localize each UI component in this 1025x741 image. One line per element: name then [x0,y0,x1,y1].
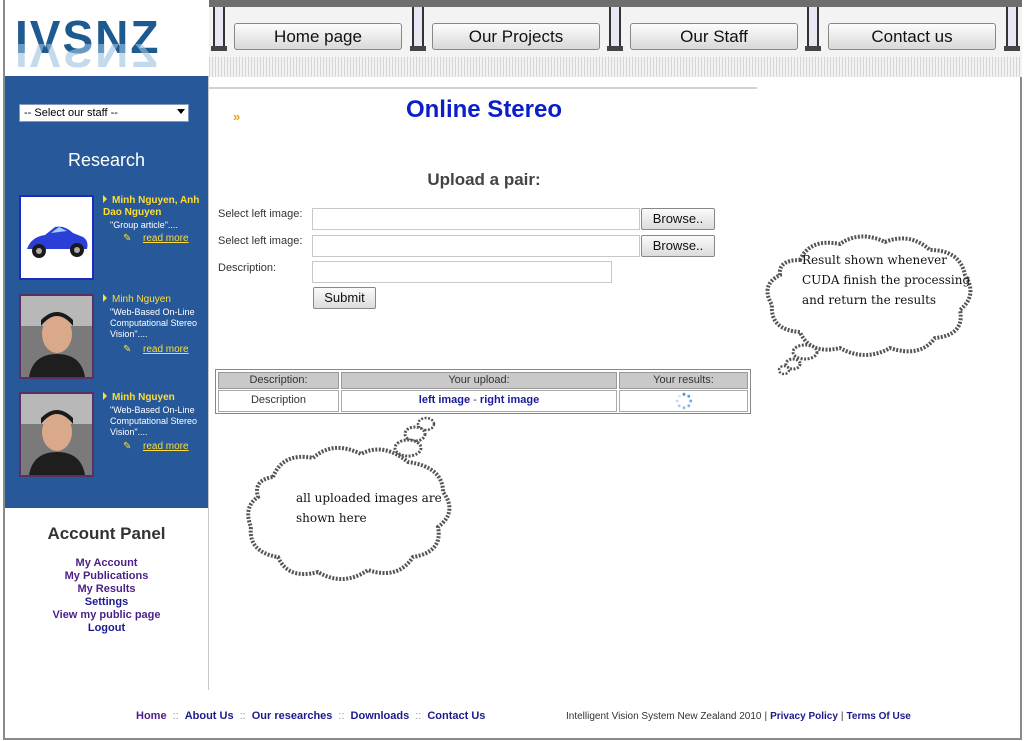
research-author[interactable]: Minh Nguyen [103,392,203,404]
my-account-link[interactable]: My Account [5,557,208,570]
footer-separator: :: [338,710,345,722]
portrait-image [21,296,92,377]
header-results: Your results: [619,372,748,389]
chevron-down-icon [177,109,185,114]
logout-link[interactable]: Logout [5,622,208,635]
footer-separator: :: [415,710,422,722]
bullet-arrow-icon [103,392,107,400]
settings-link[interactable]: Settings [5,596,208,609]
page-title: Online Stereo [405,96,563,123]
footer-downloads-link[interactable]: Downloads [351,710,410,722]
nav-divider [1004,7,1020,51]
research-thumbnail-portrait[interactable] [19,294,94,379]
account-panel-title: Account Panel [47,524,166,543]
results-bubble-text: Result shown whenever CUDA finish the pr… [802,253,971,307]
description-label: Description: [218,262,277,274]
upload-title: Upload a pair: [427,170,541,189]
logo-reflection: IVSNZ [15,44,161,74]
read-more-link[interactable]: read more [143,233,189,244]
portrait-image [21,394,92,475]
link-separator: - [470,394,480,406]
research-author[interactable]: Minh Nguyen [103,294,203,306]
cell-description: Description [218,390,339,412]
read-more-link[interactable]: read more [143,344,189,355]
submit-button[interactable]: Submit [313,287,376,309]
nav-projects-button[interactable]: Our Projects [432,23,600,50]
double-chevron-icon: » [233,109,241,124]
right-image-link[interactable]: right image [480,394,539,406]
loading-spinner-icon [675,392,692,410]
research-author[interactable]: Minh Nguyen, Anh Dao Nguyen [103,195,203,219]
logo[interactable]: IVSNZ IVSNZ [5,0,208,76]
research-description: "Group article".... [110,220,178,230]
edit-icon: ✎ [123,441,132,452]
research-thumbnail-portrait[interactable] [19,392,94,477]
header-rule [209,87,757,89]
nav-home-button[interactable]: Home page [234,23,402,50]
research-panel: -- Select our staff -- Research Minh Ngu… [5,76,208,508]
staff-select-value: -- Select our staff -- [24,107,118,119]
sidebar: IVSNZ IVSNZ -- Select our staff -- Resea… [5,0,208,690]
left-image-label: Select left image: [218,208,303,220]
nav-staff-button[interactable]: Our Staff [630,23,798,50]
top-bar [209,0,1022,7]
footer-about-link[interactable]: About Us [185,710,234,722]
right-image-label: Select left image: [218,235,303,247]
footer-home-link[interactable]: Home [136,710,167,722]
nav-contact-button[interactable]: Contact us [828,23,996,50]
footer-contact-link[interactable]: Contact Us [427,710,485,722]
bullet-arrow-icon [103,195,107,203]
left-browse-button[interactable]: Browse.. [641,208,715,230]
research-thumbnail-car[interactable] [19,195,94,280]
nav-divider [805,7,821,51]
research-description: "Web-Based On-Line Computational Stereo … [110,405,198,437]
edit-icon: ✎ [123,233,132,244]
header-description: Description: [218,372,339,389]
read-more-link[interactable]: read more [143,441,189,452]
footer-separator: :: [172,710,179,722]
my-results-link[interactable]: My Results [5,583,208,596]
right-image-input[interactable] [312,235,640,257]
right-browse-button[interactable]: Browse.. [641,235,715,257]
bullet-arrow-icon [103,294,107,302]
footer-separator: :: [239,710,246,722]
cell-results [619,390,748,412]
staff-select[interactable]: -- Select our staff -- [19,104,189,122]
copyright-text: Intelligent Vision System New Zealand 20… [566,711,762,722]
uploads-bubble-text: all uploaded images are shown here [296,491,442,525]
research-description: "Web-Based On-Line Computational Stereo … [110,307,198,339]
nav-divider [211,7,227,51]
my-publications-link[interactable]: My Publications [5,570,208,583]
description-input[interactable] [312,261,612,283]
nav-decoration [209,57,1022,77]
research-title: Research [67,150,146,170]
results-table: Description: Your upload: Your results: … [215,369,751,414]
cell-upload: left image - right image [341,390,617,412]
main-nav: Home page Our Projects Our Staff Contact… [209,7,1022,77]
car-image [21,197,92,278]
edit-icon: ✎ [123,344,132,355]
footer-legal: Intelligent Vision System New Zealand 20… [566,711,911,722]
footer-researches-link[interactable]: Our researches [252,710,333,722]
sidebar-divider [208,76,209,690]
nav-divider [410,7,426,51]
footer-nav: Home:: About Us:: Our researches:: Download… [136,710,485,722]
header-upload: Your upload: [341,372,617,389]
left-image-link[interactable]: left image [419,394,470,406]
privacy-policy-link[interactable]: Privacy Policy [770,711,838,722]
public-page-link[interactable]: View my public page [5,609,208,622]
nav-divider [607,7,623,51]
terms-of-use-link[interactable]: Terms Of Use [847,711,911,722]
left-image-input[interactable] [312,208,640,230]
account-links: My Account My Publications My Results Se… [5,557,208,635]
